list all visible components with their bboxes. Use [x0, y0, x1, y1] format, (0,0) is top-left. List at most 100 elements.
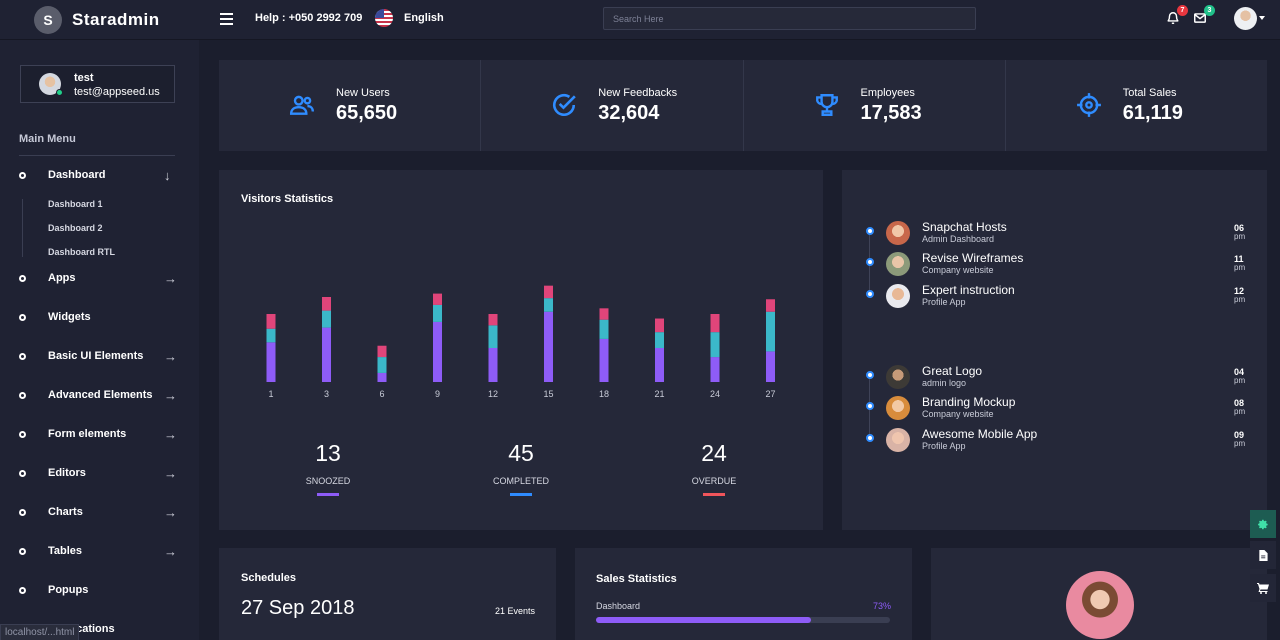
- timeline-title: Snapchat Hosts: [922, 220, 1007, 234]
- timeline-title: Branding Mockup: [922, 395, 1016, 409]
- sidebar-item-forms[interactable]: Form elements →: [0, 425, 199, 445]
- bar-segment: [377, 357, 387, 373]
- progress-percent: 73%: [873, 601, 892, 611]
- timeline-item[interactable]: Snapchat Hosts Admin Dashboard 06 pm: [842, 220, 1266, 249]
- legend-swatch: [703, 493, 725, 496]
- cart-button[interactable]: [1250, 574, 1276, 602]
- progress-fill: [596, 617, 811, 623]
- snoozed-stat: 13 SNOOZED: [278, 440, 378, 496]
- sidebar-item-basic-ui[interactable]: Basic UI Elements →: [0, 347, 199, 367]
- stat-number: 24: [701, 440, 727, 466]
- arrow-right-icon: →: [164, 505, 177, 520]
- arrow-right-icon: →: [164, 427, 177, 442]
- timeline-item[interactable]: Awesome Mobile App Profile App 09 pm: [842, 427, 1266, 456]
- stat-label: Total Sales: [1122, 87, 1177, 99]
- sidebar-item-apps[interactable]: Apps →: [0, 269, 199, 289]
- stat-caption: SNOOZED: [305, 476, 351, 486]
- timeline-ampm: pm: [1234, 232, 1246, 241]
- bullet-icon: [19, 431, 26, 438]
- messages-badge: 3: [1204, 5, 1215, 16]
- brand[interactable]: S Staradmin: [34, 6, 160, 34]
- sidebar-item-label: Popups: [48, 584, 89, 596]
- sidebar-subitem-dashboard-2[interactable]: Dashboard 2: [48, 223, 103, 233]
- user-email: test@appseed.us: [74, 86, 160, 98]
- stat-label: New Users: [336, 87, 390, 99]
- divider: [19, 155, 175, 156]
- avatar: [886, 428, 910, 452]
- help-phone: Help : +050 2992 709: [255, 12, 363, 24]
- x-tick-label: 27: [765, 389, 775, 399]
- sidebar-item-widgets[interactable]: Widgets: [0, 308, 199, 328]
- stats-strip: New Users 65,650 New Feedbacks 32,604 Em…: [219, 60, 1267, 151]
- profile-picture: [1066, 571, 1134, 639]
- bar-segment: [655, 318, 664, 333]
- timeline-dot: [866, 258, 874, 266]
- timeline-ampm: pm: [1234, 295, 1246, 304]
- timeline-subtitle: admin logo: [922, 378, 967, 388]
- timeline-item[interactable]: Branding Mockup Company website 08 pm: [842, 395, 1266, 424]
- bar-segment: [266, 342, 276, 382]
- search-input[interactable]: [603, 7, 976, 30]
- submenu-line: [22, 199, 23, 257]
- menu-toggle-icon[interactable]: [220, 13, 233, 28]
- bar-segment: [710, 314, 720, 333]
- stat-value: 17,583: [860, 102, 922, 124]
- bar-segment: [544, 311, 553, 382]
- sidebar-item-label: Advanced Elements: [48, 389, 153, 401]
- settings-button[interactable]: [1250, 510, 1276, 538]
- users-icon: [289, 95, 315, 115]
- timeline-item[interactable]: Expert instruction Profile App 12 pm: [842, 283, 1266, 312]
- bullet-icon: [19, 172, 26, 179]
- timeline-ampm: pm: [1234, 439, 1246, 448]
- legend-swatch: [317, 493, 339, 496]
- timeline-dot: [866, 290, 874, 298]
- bar-segment: [599, 338, 609, 382]
- sidebar-item-advanced[interactable]: Advanced Elements →: [0, 386, 199, 406]
- bar-segment: [433, 293, 442, 305]
- user-card[interactable]: test test@appseed.us: [20, 65, 175, 103]
- bar-segment: [766, 311, 775, 352]
- notifications-button[interactable]: 7: [1166, 5, 1188, 25]
- sidebar-subitem-dashboard-rtl[interactable]: Dashboard RTL: [48, 247, 115, 257]
- chevron-down-icon[interactable]: [1259, 16, 1265, 20]
- sidebar-item-tables[interactable]: Tables →: [0, 542, 199, 562]
- language-selector[interactable]: English: [404, 12, 444, 24]
- messages-button[interactable]: 3: [1193, 5, 1215, 25]
- bullet-icon: [19, 587, 26, 594]
- arrow-down-icon: ↓: [164, 168, 171, 183]
- sidebar-item-popups[interactable]: Popups: [0, 581, 199, 601]
- arrow-right-icon: →: [164, 388, 177, 403]
- sales-statistics-panel: Sales Statistics Dashboard 73%: [575, 548, 912, 640]
- sidebar-item-charts[interactable]: Charts →: [0, 503, 199, 523]
- bullet-icon: [19, 470, 26, 477]
- panel-title: Schedules: [241, 572, 297, 584]
- timeline-dot: [866, 434, 874, 442]
- bar-segment: [433, 304, 442, 322]
- check-circle-icon: [553, 93, 577, 117]
- timeline-item[interactable]: Great Logo admin logo 04 pm: [842, 364, 1266, 393]
- arrow-right-icon: →: [164, 271, 177, 286]
- bar-segment: [599, 308, 609, 320]
- bar-segment: [710, 357, 720, 382]
- us-flag-icon[interactable]: [375, 9, 393, 27]
- bar-segment: [322, 297, 331, 311]
- document-button[interactable]: [1250, 541, 1276, 569]
- sidebar-subitem-dashboard-1[interactable]: Dashboard 1: [48, 199, 103, 209]
- cart-icon: [1257, 582, 1269, 594]
- trophy-icon: [815, 94, 838, 116]
- stat-new-users: New Users 65,650: [219, 60, 482, 151]
- timeline-ampm: pm: [1234, 263, 1246, 272]
- timeline-ampm: pm: [1234, 376, 1246, 385]
- stat-value: 65,650: [336, 102, 398, 124]
- timeline-item[interactable]: Revise Wireframes Company website 11 pm: [842, 251, 1266, 280]
- sidebar-item-dashboard[interactable]: Dashboard ↓: [0, 166, 199, 186]
- sidebar-item-editors[interactable]: Editors →: [0, 464, 199, 484]
- brand-name: Staradmin: [72, 10, 160, 29]
- avatar: [886, 284, 910, 308]
- arrow-right-icon: →: [164, 544, 177, 559]
- stat-number: 45: [508, 440, 534, 466]
- bullet-icon: [19, 353, 26, 360]
- x-tick-label: 12: [488, 389, 498, 399]
- profile-avatar[interactable]: [1234, 7, 1257, 30]
- bar-segment: [377, 372, 387, 382]
